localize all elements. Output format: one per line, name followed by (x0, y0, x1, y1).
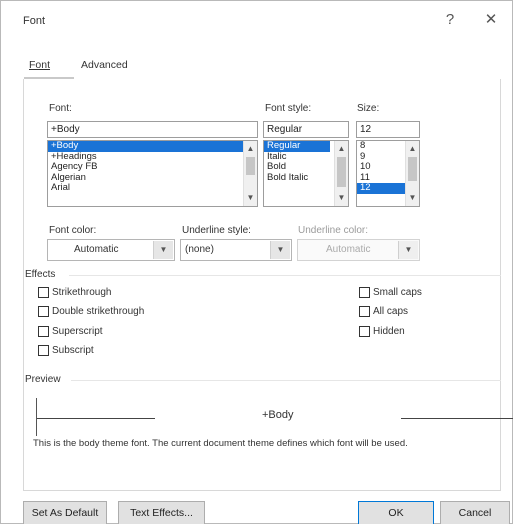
chevron-down-icon[interactable]: ▼ (153, 241, 173, 259)
font-list[interactable]: +Body +Headings Agency FB Algerian Arial… (47, 140, 258, 207)
chevron-down-icon[interactable]: ▼ (270, 241, 290, 259)
superscript-checkbox[interactable]: Superscript (38, 326, 103, 337)
checkbox-label: Strikethrough (52, 287, 112, 298)
font-label: Font: (49, 103, 72, 114)
underline-style-select[interactable]: (none) ▼ (180, 239, 292, 261)
checkbox-label: All caps (373, 306, 409, 317)
small-caps-checkbox[interactable]: Small caps (359, 287, 422, 298)
underline-color-select[interactable]: Automatic ▼ (297, 239, 420, 261)
underline-style-label: Underline style: (182, 225, 251, 236)
effects-divider (69, 275, 501, 276)
font-dialog: Font ? ✕ Font Advanced Font: +Body +Body… (0, 0, 513, 524)
font-style-label: Font style: (265, 103, 312, 114)
checkbox-label: Subscript (52, 345, 94, 356)
checkbox-label: Hidden (373, 326, 405, 337)
size-label: Size: (357, 103, 380, 114)
checkbox-box[interactable] (359, 306, 370, 317)
checkbox-box[interactable] (38, 306, 49, 317)
scroll-thumb[interactable] (408, 157, 417, 181)
checkbox-label: Double strikethrough (52, 306, 145, 317)
font-style-list-scrollbar[interactable]: ▲ ▼ (334, 141, 348, 206)
effects-label: Effects (25, 269, 56, 280)
checkbox-box[interactable] (38, 345, 49, 356)
preview-area: +Body (36, 398, 513, 436)
help-button[interactable]: ? (437, 9, 463, 31)
chevron-down-icon[interactable]: ▼ (398, 241, 418, 259)
font-color-label: Font color: (49, 225, 97, 236)
font-style-input[interactable]: Regular (263, 121, 349, 138)
font-input[interactable]: +Body (47, 121, 258, 138)
checkbox-label: Small caps (373, 287, 422, 298)
text-effects-button[interactable]: Text Effects... (118, 501, 205, 524)
preview-description: This is the body theme font. The current… (33, 438, 408, 449)
font-style-list[interactable]: Regular Italic Bold Bold Italic ▲ ▼ (263, 140, 349, 207)
all-caps-checkbox[interactable]: All caps (359, 306, 408, 317)
size-list-scrollbar[interactable]: ▲ ▼ (405, 141, 419, 206)
font-list-item[interactable]: Agency FB (48, 161, 257, 173)
scroll-down-icon[interactable]: ▼ (406, 192, 419, 204)
size-input[interactable]: 12 (356, 121, 420, 138)
underline-color-label: Underline color: (298, 225, 369, 236)
size-list-item[interactable]: 12 (357, 182, 405, 194)
underline-color-value: Automatic (326, 244, 371, 255)
checkbox-box[interactable] (38, 287, 49, 298)
preview-sample: +Body (262, 409, 294, 421)
scroll-thumb[interactable] (246, 157, 255, 175)
preview-baseline-right (401, 418, 513, 419)
font-list-item[interactable]: Algerian (48, 172, 257, 184)
preview-label: Preview (25, 374, 61, 385)
checkbox-box[interactable] (359, 287, 370, 298)
preview-divider (71, 380, 501, 381)
font-list-item[interactable]: +Body (48, 141, 257, 152)
double-strikethrough-checkbox[interactable]: Double strikethrough (38, 306, 144, 317)
scroll-up-icon[interactable]: ▲ (406, 143, 419, 155)
preview-baseline-left (37, 418, 155, 419)
font-color-select[interactable]: Automatic ▼ (47, 239, 175, 261)
scroll-up-icon[interactable]: ▲ (335, 143, 348, 155)
scroll-thumb[interactable] (337, 157, 346, 187)
hidden-checkbox[interactable]: Hidden (359, 326, 405, 337)
scroll-down-icon[interactable]: ▼ (335, 192, 348, 204)
tab-advanced[interactable]: Advanced (81, 59, 128, 71)
font-list-scrollbar[interactable]: ▲ ▼ (243, 141, 257, 206)
checkbox-box[interactable] (38, 326, 49, 337)
close-icon: ✕ (484, 11, 498, 28)
underline-style-value: (none) (185, 244, 214, 255)
close-button[interactable]: ✕ (478, 9, 504, 31)
cancel-button[interactable]: Cancel (440, 501, 510, 524)
checkbox-label: Superscript (52, 326, 103, 337)
set-as-default-button[interactable]: Set As Default (23, 501, 107, 524)
font-color-value: Automatic (74, 244, 119, 255)
scroll-down-icon[interactable]: ▼ (244, 192, 257, 204)
subscript-checkbox[interactable]: Subscript (38, 345, 94, 356)
tab-font[interactable]: Font (29, 59, 50, 71)
help-icon: ? (445, 11, 455, 28)
scroll-up-icon[interactable]: ▲ (244, 143, 257, 155)
font-style-list-item[interactable]: Regular (264, 141, 330, 152)
dialog-title: Font (23, 15, 46, 27)
checkbox-box[interactable] (359, 326, 370, 337)
strikethrough-checkbox[interactable]: Strikethrough (38, 287, 111, 298)
size-list[interactable]: 8 9 10 11 12 ▲ ▼ (356, 140, 420, 207)
font-list-item[interactable]: Arial (48, 182, 257, 194)
ok-button[interactable]: OK (358, 501, 434, 524)
